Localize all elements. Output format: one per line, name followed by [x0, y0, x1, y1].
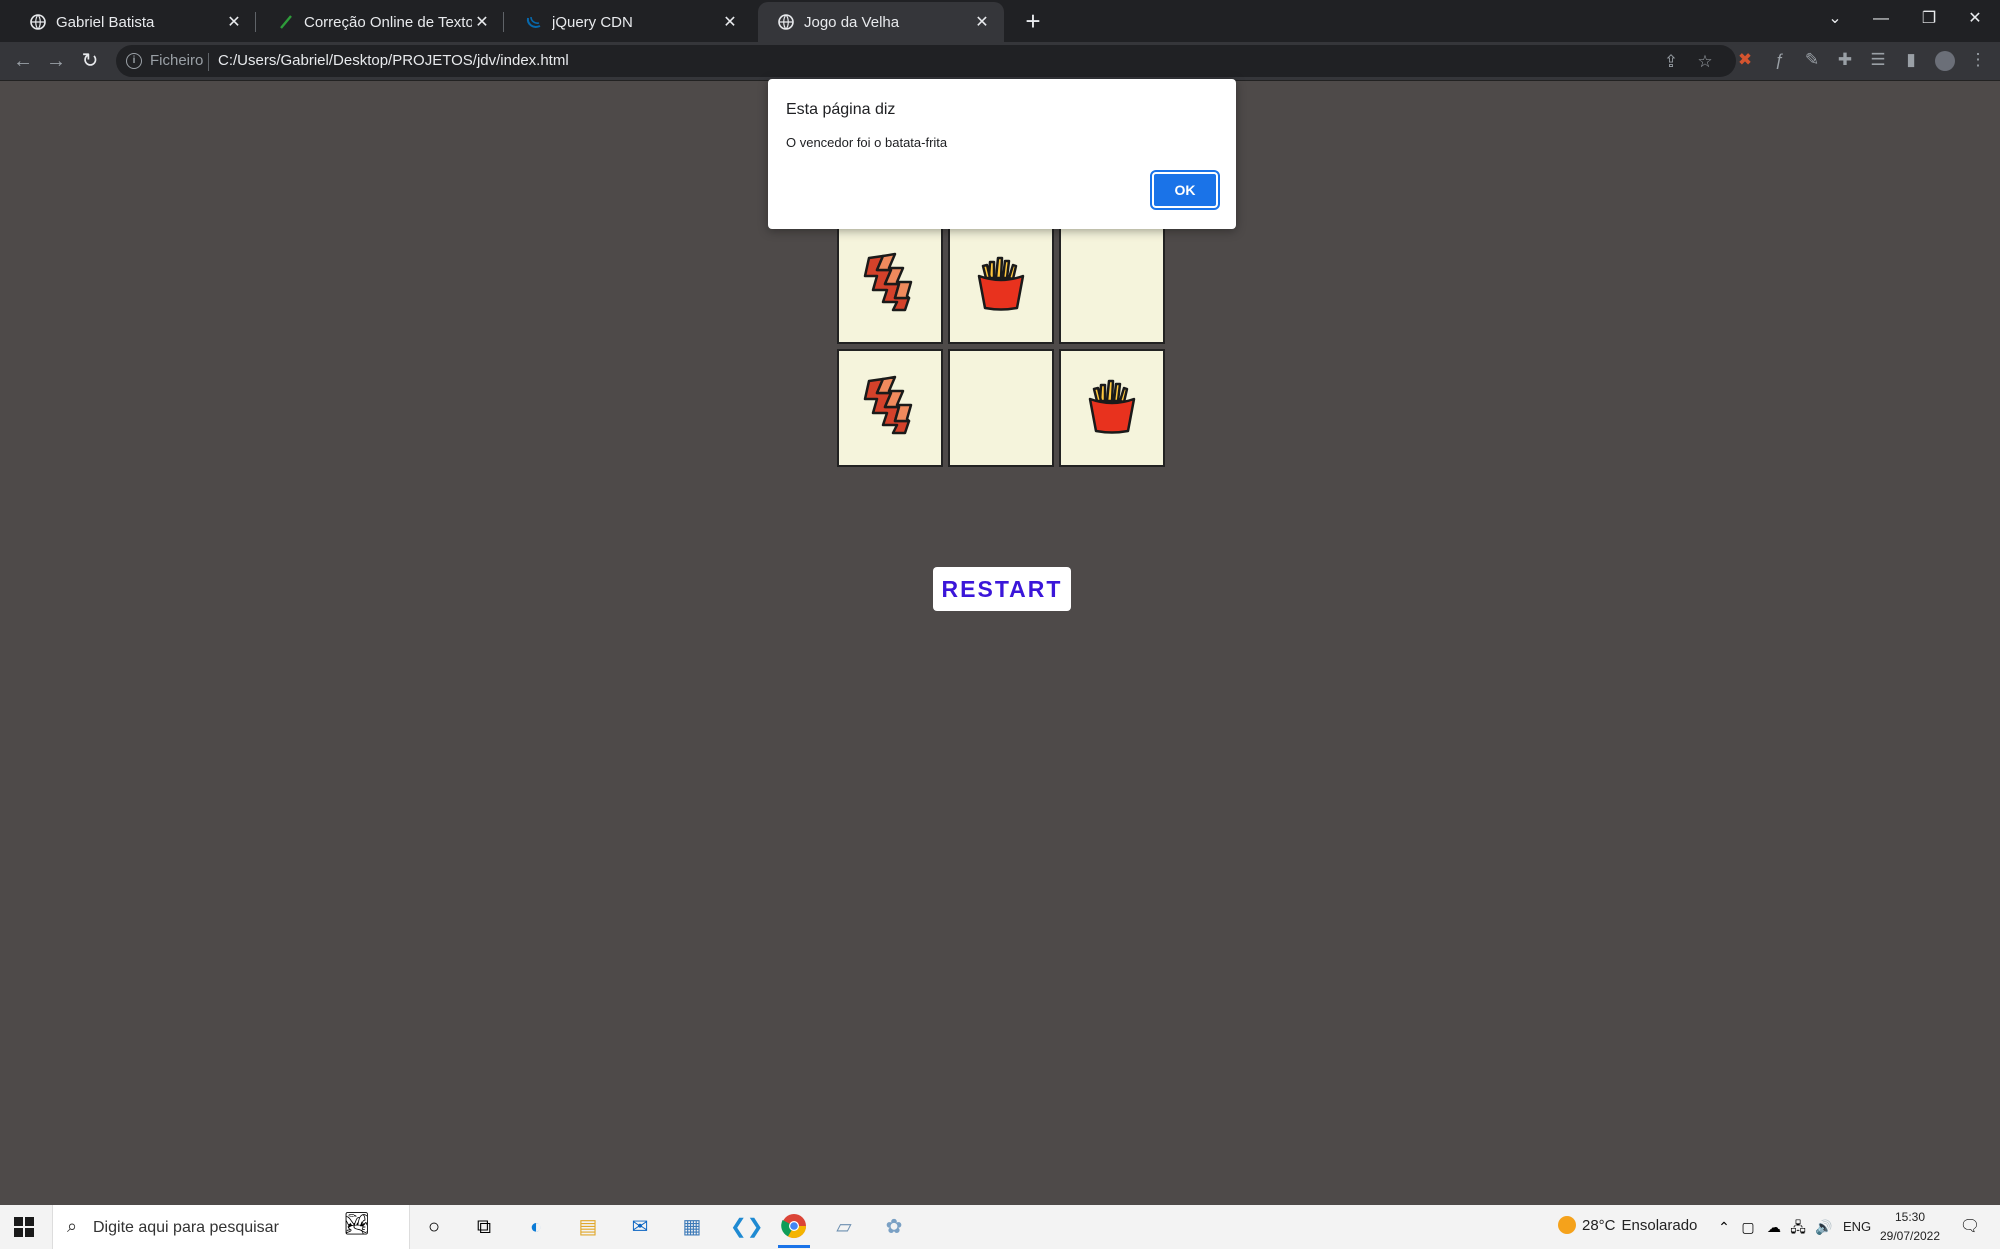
board-cell-1-1[interactable]	[948, 226, 1054, 344]
language-indicator[interactable]: ENG	[1843, 1219, 1871, 1234]
vscode-icon[interactable]: ❮❯	[730, 1213, 764, 1241]
tab-title: Correção Online de Textos	[304, 13, 472, 31]
taskbar-search-box[interactable]: ⌕ Digite aqui para pesquisar 🏞	[52, 1205, 410, 1249]
board-cell-1-0[interactable]	[837, 226, 943, 344]
tab-gabriel-batista[interactable]: Gabriel Batista ✕	[10, 2, 256, 42]
tab-separator	[503, 12, 504, 32]
close-tab-icon[interactable]: ✕	[472, 12, 492, 32]
board-cell-2-2[interactable]	[1059, 349, 1165, 467]
search-highlight-icon[interactable]: 🏞	[343, 1211, 371, 1237]
paint-icon[interactable]: ✿	[880, 1213, 908, 1241]
dialog-message: O vencedor foi o batata-frita	[786, 135, 948, 150]
tab-search-icon[interactable]: ⌄	[1812, 4, 1858, 34]
board-cell-1-2[interactable]	[1059, 226, 1165, 344]
address-bar[interactable]: i Ficheiro C:/Users/Gabriel/Desktop/PROJ…	[116, 45, 1736, 77]
restore-button[interactable]: ❐	[1906, 4, 1952, 34]
weather-widget[interactable]: 28°C Ensolarado	[1558, 1216, 1697, 1234]
close-tab-icon[interactable]: ✕	[972, 12, 992, 32]
clock-time: 15:30	[1894, 1210, 1926, 1224]
globe-icon	[778, 14, 794, 30]
cortana-icon[interactable]: ○	[420, 1213, 448, 1241]
french-fries-icon	[974, 254, 1028, 317]
info-icon[interactable]: i	[126, 53, 142, 69]
volume-icon[interactable]: 🔊	[1810, 1213, 1838, 1241]
edge-icon[interactable]: ◐	[522, 1213, 550, 1241]
tab-correcao-online[interactable]: Correção Online de Textos ✕	[258, 2, 504, 42]
search-placeholder: Digite aqui para pesquisar	[93, 1219, 279, 1236]
pen-icon	[278, 14, 294, 30]
puzzle-icon[interactable]: ✚	[1833, 48, 1857, 72]
weather-condition: Ensolarado	[1621, 1216, 1698, 1234]
windows-taskbar: ⌕ Digite aqui para pesquisar 🏞 ○ ⧉ ◐ ▤ ✉…	[0, 1205, 2000, 1249]
chrome-icon[interactable]	[780, 1213, 808, 1241]
python-file-icon[interactable]: ▦	[678, 1213, 706, 1241]
file-explorer-icon[interactable]: ▤	[574, 1213, 602, 1241]
tab-title: Gabriel Batista	[56, 13, 155, 31]
restart-button[interactable]: RESTART	[933, 567, 1071, 611]
close-tab-icon[interactable]: ✕	[720, 12, 740, 32]
side-panel-icon[interactable]: ▮	[1899, 48, 1923, 72]
menu-kebab-icon[interactable]: ⋮	[1966, 48, 1990, 72]
extension-icon[interactable]: ✖	[1733, 48, 1757, 72]
clock-date: 29/07/2022	[1879, 1229, 1941, 1243]
tab-separator	[255, 12, 256, 32]
active-app-indicator	[778, 1245, 810, 1248]
app-icon[interactable]: ▱	[830, 1213, 858, 1241]
weather-temp: 28°C	[1582, 1216, 1616, 1234]
network-icon[interactable]: 🖧	[1784, 1213, 1812, 1241]
scheme-label: Ficheiro	[150, 52, 204, 69]
board-cell-2-0[interactable]	[837, 349, 943, 467]
back-button[interactable]: ←	[8, 46, 38, 76]
forward-button[interactable]: →	[41, 46, 71, 76]
bookmark-star-icon[interactable]: ☆	[1694, 51, 1716, 73]
alert-dialog: Esta página diz O vencedor foi o batata-…	[768, 79, 1236, 229]
close-tab-icon[interactable]: ✕	[224, 12, 244, 32]
browser-tab-strip: Gabriel Batista ✕ Correção Online de Tex…	[0, 0, 2000, 42]
windows-start-icon[interactable]	[14, 1217, 34, 1237]
board-cell-2-1[interactable]	[948, 349, 1054, 467]
tab-jogo-da-velha[interactable]: Jogo da Velha ✕	[758, 2, 1004, 42]
url-text[interactable]: C:/Users/Gabriel/Desktop/PROJETOS/jdv/in…	[218, 52, 569, 69]
browser-toolbar: ← → ↻ i Ficheiro C:/Users/Gabriel/Deskto…	[0, 42, 2000, 81]
dialog-title: Esta página diz	[786, 101, 896, 118]
sun-icon	[1558, 1216, 1576, 1234]
tab-title: jQuery CDN	[552, 13, 633, 31]
pencil-extension-icon[interactable]: ✎	[1800, 48, 1824, 72]
globe-icon	[30, 14, 46, 30]
ok-button[interactable]: OK	[1150, 170, 1220, 210]
tab-jquery-cdn[interactable]: jQuery CDN ✕	[506, 2, 752, 42]
minimize-button[interactable]: —	[1858, 4, 1904, 34]
task-view-icon[interactable]: ⧉	[470, 1213, 498, 1241]
divider	[208, 53, 209, 71]
bacon-icon	[863, 375, 917, 442]
close-window-button[interactable]: ✕	[1952, 4, 1998, 34]
jquery-icon	[526, 14, 542, 30]
mail-icon[interactable]: ✉	[626, 1213, 654, 1241]
reload-button[interactable]: ↻	[75, 46, 105, 76]
reading-list-icon[interactable]: ☰	[1866, 48, 1890, 72]
share-icon[interactable]: ⇪	[1660, 51, 1682, 73]
search-icon: ⌕	[67, 1216, 78, 1236]
meet-now-icon[interactable]: ▢	[1734, 1213, 1762, 1241]
formula-extension-icon[interactable]: ƒ	[1767, 48, 1791, 72]
tab-title: Jogo da Velha	[804, 13, 900, 31]
bacon-icon	[863, 252, 917, 319]
profile-avatar[interactable]	[1933, 48, 1957, 72]
french-fries-icon	[1085, 377, 1139, 440]
notification-icon[interactable]: 🗨	[1956, 1213, 1984, 1241]
new-tab-button[interactable]: +	[1018, 6, 1048, 36]
